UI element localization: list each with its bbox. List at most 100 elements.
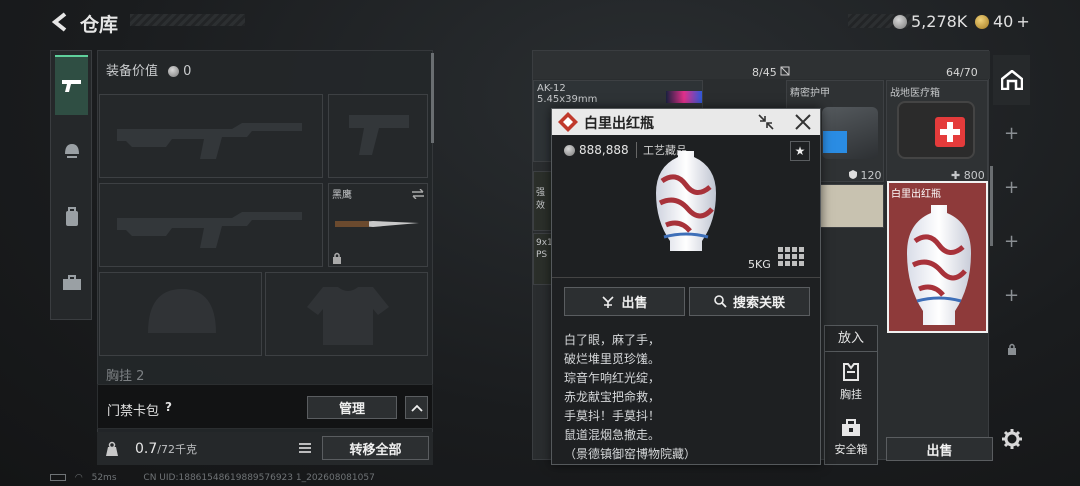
popup-header: 白里出红瓶 [552,109,820,135]
helmet-icon [64,144,79,158]
silver-coin-icon [564,145,575,156]
silver-currency[interactable]: 5,278K [893,12,967,31]
armor-durability: 120 [849,169,882,182]
rifle-silhouette-icon [117,212,302,248]
item-cut-2[interactable]: 9x1 PS [533,233,553,285]
lock-icon [333,252,341,264]
manage-button[interactable]: 管理 [307,396,397,419]
place-safe-box[interactable]: 安全箱 [825,419,877,463]
stash-tabs: + + + + [993,50,1030,460]
keycard-bar: 门禁卡包 ? 管理 [97,384,433,429]
popup-title: 白里出红瓶 [584,116,654,132]
tab-locked[interactable] [993,324,1030,374]
poem-line: 手莫抖！手莫抖！ [564,409,661,423]
tab-add-4[interactable]: + [993,270,1030,320]
loadout-nav [50,50,92,320]
item-vase-selected[interactable]: 白里出红瓶 [887,181,988,333]
swap-icon[interactable] [411,189,425,199]
keycard-label: 门禁卡包 [107,404,160,419]
battery-icon [50,474,66,481]
user-uid: CN UID:18861548619889576923 1_2026080810… [143,473,375,483]
armor-silhouette-icon [307,287,389,345]
item-cut-3-label: PS [536,250,548,260]
back-arrow-icon [51,12,67,32]
scope-icon [666,91,702,103]
settings-button[interactable] [1001,428,1023,450]
back-button[interactable] [50,11,72,33]
page-title: 仓库 [80,14,119,36]
armor-slot[interactable] [265,272,428,356]
close-icon[interactable] [794,113,812,131]
collapse-icon[interactable] [757,113,775,131]
nav-helmet[interactable] [55,121,88,181]
gold-coin-icon [975,15,989,29]
popup-search-button[interactable]: 搜索关联 [689,287,810,316]
item-detail-popup: 白里出红瓶 888,888 工艺藏品 ★ 5KG 出售 搜索关联 白了眼，麻了手… [551,108,821,465]
knife-icon [335,221,419,227]
pistol-slot[interactable] [328,94,428,178]
weight-readout: 0.7/72千克 [135,441,197,457]
item-description: 白了眼，麻了手， 破烂堆里觅珍馐。 琮音乍响红光绽， 赤龙献宝把命救， 手莫抖！… [564,331,696,464]
poem-line: 赤龙献宝把命救， [564,390,661,404]
place-chest-rig-label: 胸挂 [840,388,862,401]
nav-weapons[interactable] [55,55,88,115]
favorite-button[interactable]: ★ [790,141,810,161]
popup-price: 888,888 [564,143,629,157]
expand-icon [780,66,790,76]
place-into-title: 放入 [825,326,877,352]
silver-coin-icon [168,66,180,77]
helmet-slot[interactable] [99,272,262,356]
poem-line: （景德镇御窑博物院藏） [564,447,697,461]
pistol-icon [61,80,81,92]
tab-stash-home[interactable] [993,55,1030,105]
gold-currency[interactable]: 40 + [975,12,1030,31]
item-armor-name: 精密护甲 [790,88,830,99]
status-footer: ◠ 52ms CN UID:18861548619889576923 1_202… [50,473,375,483]
wifi-icon: ◠ [74,473,83,483]
popup-divider [552,277,820,278]
tab-add-1[interactable]: + [993,108,1030,158]
backpack-icon [65,207,78,226]
tab-add-2[interactable]: + [993,162,1030,212]
poem-line: 白了眼，麻了手， [564,333,661,347]
poem-line: 琮音乍响红光绽， [564,371,661,385]
melee-name: 黑鹰 [332,190,352,201]
keycard-help-icon[interactable]: ? [165,400,172,414]
warehouse-icon [1000,70,1023,90]
chest-rig-icon [843,363,859,381]
medkit-cross-v [947,122,953,142]
safe-box-icon [842,419,860,436]
vase-image-icon [656,151,716,251]
scrollbar[interactable] [431,53,434,143]
pistol-silhouette-icon [349,115,409,155]
secondary-weapon-slot[interactable] [99,183,323,267]
nav-backpack[interactable] [55,187,88,247]
header-stripes [130,14,245,26]
briefcase-icon [62,275,81,290]
poem-line: 鼠道混烟急撤走。 [564,428,661,442]
helmet-silhouette-icon [148,289,216,333]
equip-value: 装备价值 0 [106,64,192,79]
item-medkit[interactable]: 战地医疗箱 ✚ 800 [886,80,988,182]
list-view-button[interactable] [295,437,315,459]
weight-icon [106,441,118,456]
rifle-silhouette-icon [117,123,302,159]
item-cut-1[interactable]: 强效 [533,171,553,231]
tab-add-3[interactable]: + [993,216,1030,266]
sell-button-bottom[interactable]: 出售 [886,437,993,461]
add-gold-button[interactable]: + [1016,12,1029,31]
transfer-all-button[interactable]: 转移全部 [322,436,429,460]
place-into-panel: 放入 胸挂 安全箱 [824,325,878,465]
lock-icon [1007,343,1016,355]
popup-sell-button[interactable]: 出售 [564,287,685,316]
grid-size-icon [778,247,804,266]
container-count-1: 8/45 [752,66,790,79]
place-chest-rig[interactable]: 胸挂 [825,362,877,406]
primary-weapon-slot[interactable] [99,94,323,178]
expand-button[interactable] [405,396,428,419]
nav-case[interactable] [55,253,88,313]
melee-slot[interactable]: 黑鹰 [328,183,428,267]
item-map[interactable] [820,184,884,228]
armor-blue-panel [823,131,847,153]
vase-icon [907,205,971,325]
